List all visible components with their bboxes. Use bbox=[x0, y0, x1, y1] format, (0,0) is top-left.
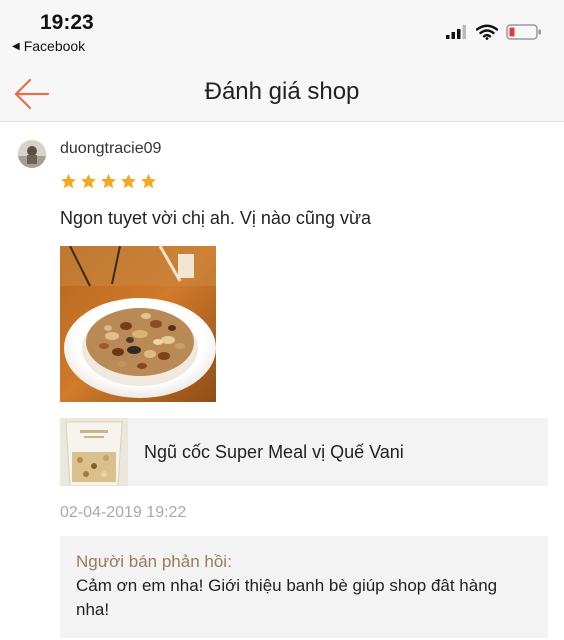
reviewer-username[interactable]: duongtracie09 bbox=[60, 140, 161, 158]
rating-stars bbox=[60, 173, 157, 190]
battery-low-icon bbox=[506, 24, 541, 40]
review-photo[interactable] bbox=[60, 246, 216, 402]
nav-bar: Đánh giá shop bbox=[0, 66, 564, 122]
seller-reply-box: Người bán phản hồi: Cảm ơn em nha! Giới … bbox=[60, 536, 548, 638]
review-text: Ngon tuyet vời chị ah. Vị nào cũng vừa bbox=[60, 208, 372, 228]
avatar[interactable] bbox=[18, 140, 46, 168]
star-icon bbox=[61, 174, 76, 189]
star-icon bbox=[101, 174, 116, 189]
star-icon bbox=[81, 174, 96, 189]
review-date: 02-04-2019 19:22 bbox=[60, 504, 187, 521]
star-icon bbox=[121, 174, 136, 189]
status-icons bbox=[446, 24, 542, 40]
product-name: Ngũ cốc Super Meal vị Quế Vani bbox=[144, 442, 404, 462]
back-app-label: Facebook bbox=[23, 38, 86, 54]
status-time: 19:23 bbox=[40, 11, 94, 34]
wifi-icon bbox=[476, 24, 498, 40]
seller-reply-text: Cảm ơn em nha! Giới thiệu banh bè giúp s… bbox=[76, 576, 498, 619]
status-bar: 19:23 ◀ Facebook bbox=[0, 0, 564, 66]
product-thumbnail bbox=[60, 418, 128, 486]
page-title: Đánh giá shop bbox=[204, 78, 360, 105]
signal-icon bbox=[446, 25, 466, 39]
star-icon bbox=[141, 174, 156, 189]
product-card[interactable]: Ngũ cốc Super Meal vị Quế Vani bbox=[60, 418, 548, 486]
seller-reply-label: Người bán phản hồi: bbox=[76, 552, 232, 571]
back-triangle-icon: ◀ bbox=[12, 40, 20, 52]
back-to-app-link[interactable]: ◀ Facebook bbox=[12, 38, 85, 54]
